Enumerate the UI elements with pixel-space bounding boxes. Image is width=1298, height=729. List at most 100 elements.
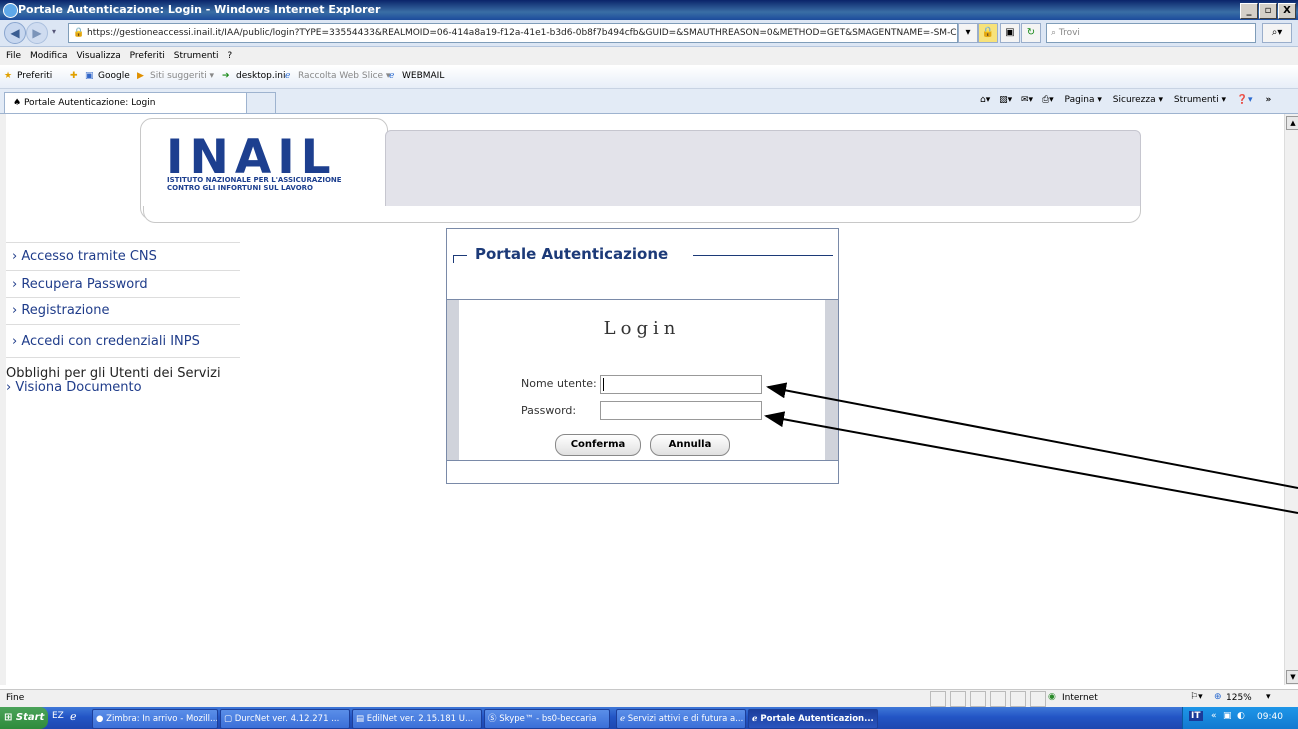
- sidebar-item-cns[interactable]: › Accesso tramite CNS: [6, 242, 240, 271]
- fav-web-slice[interactable]: Raccolta Web Slice ▾: [298, 71, 390, 81]
- taskbar-item-edilnet[interactable]: ▤ EdilNet ver. 2.15.181 U...: [352, 709, 482, 729]
- desktop-icon: ➔: [222, 71, 230, 81]
- obblighi-title: Obblighi per gli Utenti dei Servizi: [6, 366, 221, 381]
- logo-tagline: ISTITUTO NAZIONALE PER L'ASSICURAZIONE C…: [167, 176, 342, 192]
- menu-sicurezza[interactable]: Sicurezza ▾: [1113, 95, 1163, 105]
- search-button[interactable]: ⌕▾: [1262, 23, 1292, 43]
- sidebar-item-label: › Recupera Password: [12, 277, 148, 292]
- webmail-icon: ℯ: [389, 71, 395, 81]
- fav-desktop-ini[interactable]: desktop.ini: [236, 71, 285, 81]
- visiona-documento-link[interactable]: › Visiona Documento: [6, 380, 142, 395]
- mail-icon[interactable]: ✉▾: [1021, 95, 1033, 105]
- add-favorite-icon[interactable]: ✚: [70, 71, 78, 81]
- search-input[interactable]: ⌕ Trovi: [1046, 23, 1256, 43]
- taskbar-item-zimbra[interactable]: ● Zimbra: In arrivo - Mozill...: [92, 709, 218, 729]
- quicklaunch-ez-icon[interactable]: EZ: [52, 711, 64, 721]
- protected-mode-icon[interactable]: ⚐▾: [1190, 692, 1203, 702]
- history-dropdown-icon[interactable]: ▾: [52, 27, 56, 36]
- login-panel: Portale Autenticazione Login Nome utente…: [446, 228, 839, 484]
- menu-file[interactable]: File: [6, 51, 21, 61]
- menu-pagina[interactable]: Pagina ▾: [1065, 95, 1102, 105]
- password-label: Password:: [521, 404, 577, 417]
- fav-google[interactable]: Google: [98, 71, 130, 81]
- sidebar-item-inps[interactable]: › Accedi con credenziali INPS: [6, 324, 240, 357]
- menu-strumenti-cmd[interactable]: Strumenti ▾: [1174, 95, 1226, 105]
- home-icon[interactable]: ⌂▾: [980, 95, 990, 105]
- tray-volume-icon[interactable]: ◐: [1237, 711, 1245, 721]
- taskbar-item-durcnet[interactable]: ▢ DurcNet ver. 4.12.271 ...: [220, 709, 350, 729]
- back-icon[interactable]: ◀: [4, 22, 26, 44]
- star-icon: ★: [4, 71, 13, 81]
- login-form-frame: Login Nome utente: Password: Conferma An…: [447, 299, 838, 461]
- sidebar-item-registrazione[interactable]: › Registrazione: [6, 297, 240, 325]
- menu-visualizza[interactable]: Visualizza: [76, 51, 120, 61]
- firefox-icon: ●: [96, 714, 104, 724]
- zoom-dropdown-icon[interactable]: ▾: [1266, 692, 1271, 702]
- quicklaunch-ie-icon[interactable]: ℯ: [70, 710, 77, 723]
- header-banner: INAIL ISTITUTO NAZIONALE PER L'ASSICURAZ…: [140, 118, 1143, 224]
- sidebar-item-recupera-password[interactable]: › Recupera Password: [6, 270, 240, 298]
- lock-icon: 🔒: [73, 28, 85, 38]
- favorites-button[interactable]: Preferiti: [17, 71, 52, 81]
- tray-network-icon[interactable]: ▣: [1223, 711, 1232, 721]
- new-tab-button[interactable]: [246, 92, 276, 113]
- scroll-down-icon[interactable]: ▼: [1286, 670, 1298, 684]
- suggested-sites-icon: ▶: [137, 71, 144, 81]
- menu-help[interactable]: ?: [227, 51, 232, 61]
- address-url: https://gestioneaccessi.inail.it/IAA/pub…: [87, 28, 957, 38]
- status-pane: [970, 691, 986, 707]
- overflow-chevron[interactable]: »: [1265, 95, 1271, 105]
- webslice-icon: ℯ: [285, 71, 291, 81]
- address-row: ◀ ▶ ▾ 🔒 https://gestioneaccessi.inail.it/…: [0, 20, 1298, 47]
- sidebar-item-label: › Accedi con credenziali INPS: [12, 334, 200, 349]
- clock[interactable]: 09:40: [1257, 712, 1283, 722]
- app-icon: ▢: [224, 714, 233, 724]
- tab-portale-autenticazione[interactable]: ♠ Portale Autenticazione: Login: [4, 92, 247, 113]
- close-button[interactable]: X: [1278, 3, 1296, 19]
- maximize-button[interactable]: ▫: [1259, 3, 1277, 19]
- minimize-button[interactable]: _: [1240, 3, 1258, 19]
- menu-strumenti[interactable]: Strumenti: [174, 51, 219, 61]
- taskbar-item-portale[interactable]: ℯ Portale Autenticazion...: [748, 709, 878, 729]
- taskbar-item-skype[interactable]: Ⓢ Skype™ - bs0-beccaria: [484, 709, 610, 729]
- password-input[interactable]: [600, 401, 762, 420]
- username-input[interactable]: [600, 375, 762, 394]
- ie-icon: [3, 3, 18, 18]
- taskbar: ⊞ Start EZ ℯ ● Zimbra: In arrivo - Mozil…: [0, 707, 1298, 729]
- help-icon[interactable]: ❓▾: [1237, 95, 1253, 105]
- menu-bar: File Modifica Visualizza Preferiti Strum…: [0, 47, 1298, 65]
- window-title: Portale Autenticazione: Login - Windows …: [18, 3, 381, 16]
- menu-preferiti[interactable]: Preferiti: [130, 51, 165, 61]
- start-button[interactable]: ⊞ Start: [0, 707, 48, 729]
- window-title-bar[interactable]: Portale Autenticazione: Login - Windows …: [0, 0, 1298, 20]
- vertical-scrollbar[interactable]: ▲ ▼: [1284, 114, 1298, 685]
- print-icon[interactable]: ⎙▾: [1042, 95, 1054, 105]
- favorites-bar: ★ Preferiti ✚ ▣ Google ▶ Siti suggeriti …: [0, 66, 1298, 89]
- fav-suggested-sites[interactable]: Siti suggeriti ▾: [150, 71, 214, 81]
- confirm-button[interactable]: Conferma: [555, 434, 641, 456]
- language-icon[interactable]: IT: [1189, 711, 1203, 721]
- security-lock-icon[interactable]: 🔒: [978, 23, 998, 43]
- app-icon: ▤: [356, 714, 365, 724]
- taskbar-item-servizi[interactable]: ℯ Servizi attivi e di futura a...: [616, 709, 746, 729]
- tray-expand-icon[interactable]: «: [1211, 711, 1217, 721]
- zoom-icon[interactable]: ⊕: [1214, 692, 1222, 702]
- status-bar: Fine ◉ Internet ⚐▾ ⊕ 125% ▾: [0, 689, 1298, 707]
- address-dropdown-icon[interactable]: ▾: [958, 23, 978, 43]
- refresh-icon[interactable]: ↻: [1021, 23, 1041, 43]
- fav-webmail[interactable]: WEBMAIL: [402, 71, 444, 81]
- menu-modifica[interactable]: Modifica: [30, 51, 68, 61]
- zoom-level[interactable]: 125%: [1226, 693, 1252, 703]
- scroll-up-icon[interactable]: ▲: [1286, 116, 1298, 130]
- feeds-icon[interactable]: ▧▾: [999, 95, 1012, 105]
- text-cursor: [603, 378, 604, 391]
- panel-title-corner: [453, 255, 454, 263]
- sidebar-obblighi: Obblighi per gli Utenti dei Servizi › Vi…: [6, 357, 240, 401]
- sidebar-item-label: › Accesso tramite CNS: [12, 249, 157, 264]
- forward-icon[interactable]: ▶: [26, 22, 48, 44]
- compatibility-icon[interactable]: ▣: [1000, 23, 1020, 43]
- address-bar[interactable]: 🔒 https://gestioneaccessi.inail.it/IAA/pu…: [68, 23, 958, 43]
- zone-text: Internet: [1062, 693, 1098, 703]
- panel-title-line-left: [453, 255, 467, 256]
- cancel-button[interactable]: Annulla: [650, 434, 730, 456]
